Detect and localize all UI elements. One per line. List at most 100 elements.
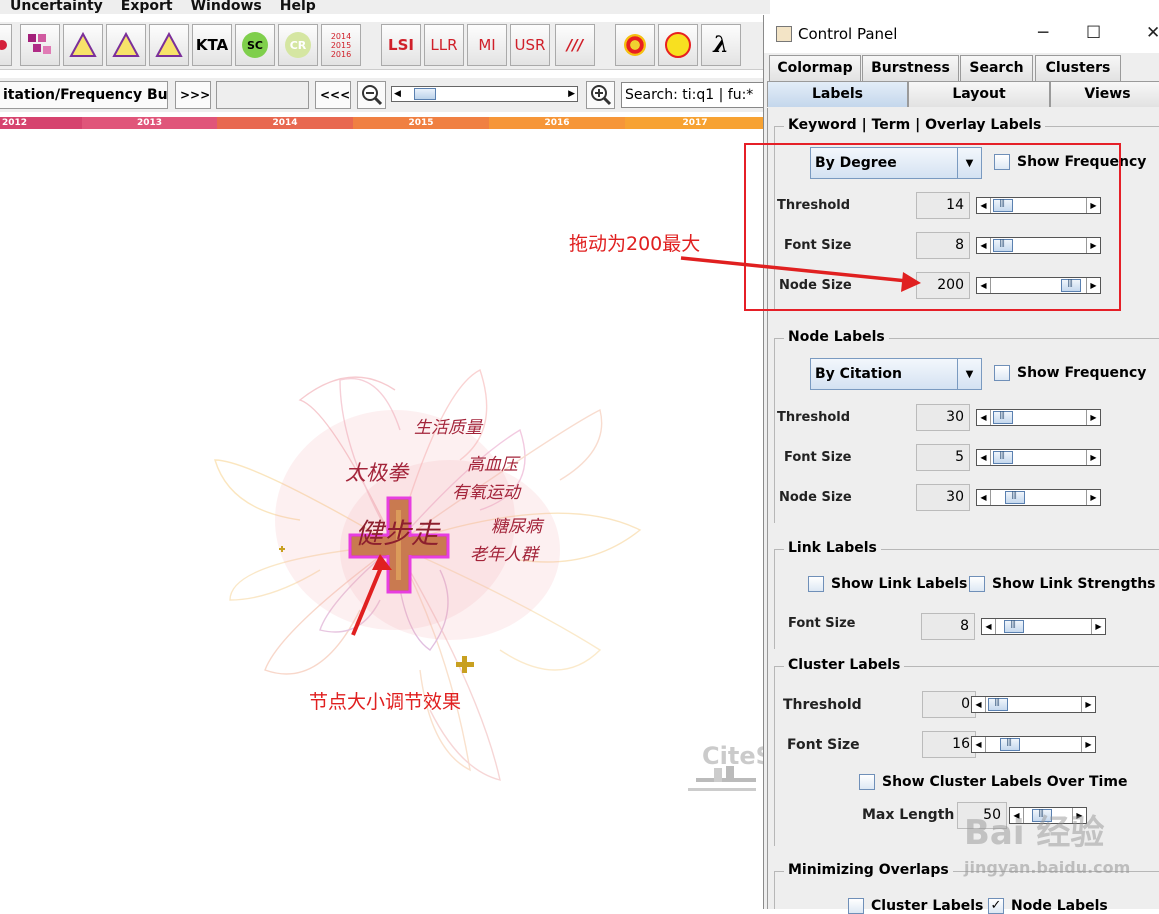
- keyword-label[interactable]: 有氧运动: [452, 478, 520, 503]
- node-threshold-label: Threshold: [777, 410, 851, 425]
- triangle-t-button[interactable]: [63, 24, 103, 66]
- baidu-watermark-url: jingyan.baidu.com: [964, 858, 1131, 877]
- mi-button[interactable]: MI: [467, 24, 507, 66]
- toolbar: KTA SC CR 2014 2015 2016 LSI LLR MI USR …: [0, 22, 770, 70]
- node-sort-combo[interactable]: By Citation ▼: [810, 358, 982, 390]
- matrix-icon: [28, 34, 51, 54]
- triangle-k-button[interactable]: [106, 24, 146, 66]
- keyword-label[interactable]: 糖尿病: [491, 512, 542, 537]
- cluster-font-size-field[interactable]: 16: [922, 731, 976, 758]
- yellow-circle-button[interactable]: [658, 24, 698, 66]
- sc-button[interactable]: SC: [235, 24, 275, 66]
- cluster-font-size-slider[interactable]: ◀▶: [971, 736, 1096, 753]
- burst-circle-button[interactable]: [615, 24, 655, 66]
- node-font-size-field[interactable]: 5: [916, 444, 970, 471]
- zoom-slider[interactable]: ◀ ▶: [391, 86, 578, 102]
- keyword-label[interactable]: 健步走: [355, 512, 439, 552]
- chevron-down-icon[interactable]: ▼: [957, 359, 981, 389]
- zoom-in-button[interactable]: [586, 81, 615, 109]
- empty-field[interactable]: [216, 81, 309, 109]
- cluster-threshold-slider[interactable]: ◀▶: [971, 696, 1096, 713]
- tab-search[interactable]: Search: [960, 55, 1033, 81]
- timezone-button[interactable]: 2014 2015 2016: [321, 24, 361, 66]
- keyword-label[interactable]: 生活质量: [414, 413, 482, 438]
- network-icon-button[interactable]: [0, 24, 12, 66]
- java-icon: [776, 26, 792, 42]
- checkbox-checked[interactable]: ✓: [988, 898, 1004, 914]
- cluster-group-title: Cluster Labels: [784, 657, 905, 673]
- usr-button[interactable]: USR: [510, 24, 550, 66]
- lambda-button[interactable]: λ: [701, 24, 741, 66]
- overlap-cluster-labels[interactable]: Cluster Labels: [848, 898, 983, 914]
- links-button[interactable]: ///: [555, 24, 595, 66]
- checkbox[interactable]: [848, 898, 864, 914]
- zoom-slider-thumb[interactable]: [414, 88, 436, 100]
- maximize-icon[interactable]: ☐: [1086, 23, 1101, 43]
- cr-button[interactable]: CR: [278, 24, 318, 66]
- overlap-group-title: Minimizing Overlaps: [784, 862, 953, 878]
- timeline-year: 2015: [353, 117, 489, 129]
- tab-colormap[interactable]: Colormap: [769, 55, 861, 81]
- show-cluster-labels-over-time[interactable]: Show Cluster Labels Over Time: [859, 774, 1127, 790]
- node-node-size-slider[interactable]: ◀▶: [976, 489, 1101, 506]
- keyword-label[interactable]: 太极拳: [345, 457, 408, 487]
- node-font-size-slider[interactable]: ◀▶: [976, 449, 1101, 466]
- node-node-size-field[interactable]: 30: [916, 484, 970, 511]
- minimize-icon[interactable]: ─: [1038, 23, 1048, 43]
- timeline-year: 2012: [0, 117, 82, 129]
- llr-button[interactable]: LLR: [424, 24, 464, 66]
- triangle-a-button[interactable]: [149, 24, 189, 66]
- tab-layout[interactable]: Layout: [908, 81, 1050, 107]
- zoom-in-icon: [591, 85, 612, 106]
- keyword-label[interactable]: 高血压: [467, 450, 518, 475]
- timeline-year: 2014: [217, 117, 353, 129]
- node-threshold-slider[interactable]: ◀▶: [976, 409, 1101, 426]
- checkbox[interactable]: [994, 365, 1010, 381]
- checkbox[interactable]: [808, 576, 824, 592]
- menu-help[interactable]: Help: [280, 0, 316, 14]
- lsi-button[interactable]: LSI: [381, 24, 421, 66]
- menu-uncertainty[interactable]: Uncertainty: [10, 0, 103, 14]
- node-group-title: Node Labels: [784, 329, 889, 345]
- node-threshold-field[interactable]: 30: [916, 404, 970, 431]
- close-icon[interactable]: ✕: [1146, 23, 1159, 43]
- checkbox[interactable]: [859, 774, 875, 790]
- keyword-label[interactable]: 老年人群: [470, 540, 538, 565]
- tab-views[interactable]: Views: [1050, 81, 1159, 107]
- prev-button[interactable]: <<<: [315, 81, 351, 109]
- triangle-icon: [69, 31, 97, 57]
- cluster-font-size-label: Font Size: [787, 737, 860, 753]
- link-group-title: Link Labels: [784, 540, 881, 556]
- timeline-year: 2016: [489, 117, 625, 129]
- zoom-out-button[interactable]: [357, 81, 386, 109]
- citespace-logo-bars: [688, 766, 756, 791]
- cluster-threshold-label: Threshold: [783, 697, 862, 713]
- node-show-frequency[interactable]: Show Frequency: [994, 365, 1146, 381]
- mode-label: itation/Frequency Burst: [0, 81, 168, 109]
- show-link-strengths[interactable]: Show Link Strengths: [969, 576, 1156, 592]
- triangle-icon: [112, 31, 140, 57]
- show-link-labels[interactable]: Show Link Labels: [808, 576, 967, 592]
- kta-button[interactable]: KTA: [192, 24, 232, 66]
- checkbox[interactable]: [969, 576, 985, 592]
- node-size-annotation: 节点大小调节效果: [309, 691, 462, 713]
- matrix-icon-button[interactable]: [20, 24, 60, 66]
- next-button[interactable]: >>>: [175, 81, 211, 109]
- overlap-node-labels[interactable]: ✓ Node Labels: [988, 898, 1108, 914]
- timeline-year: 2013: [82, 117, 217, 129]
- menu-windows[interactable]: Windows: [191, 0, 262, 14]
- zoom-out-icon: [362, 85, 383, 106]
- node-font-size-label: Font Size: [784, 450, 852, 465]
- target-icon: [624, 34, 646, 56]
- menu-export[interactable]: Export: [121, 0, 173, 14]
- panel-title: Control Panel: [798, 25, 898, 43]
- link-font-size-slider[interactable]: ◀▶: [981, 618, 1106, 635]
- tab-burstness[interactable]: Burstness: [862, 55, 959, 81]
- tab-clusters[interactable]: Clusters: [1035, 55, 1121, 81]
- search-input[interactable]: Search: ti:q1 | fu:*: [621, 82, 771, 108]
- timeline-year: 2017: [625, 117, 765, 129]
- cluster-threshold-field[interactable]: 0: [922, 691, 976, 718]
- link-font-size-field[interactable]: 8: [921, 613, 975, 640]
- node-node-size-label: Node Size: [779, 490, 852, 505]
- tab-labels[interactable]: Labels: [767, 81, 908, 107]
